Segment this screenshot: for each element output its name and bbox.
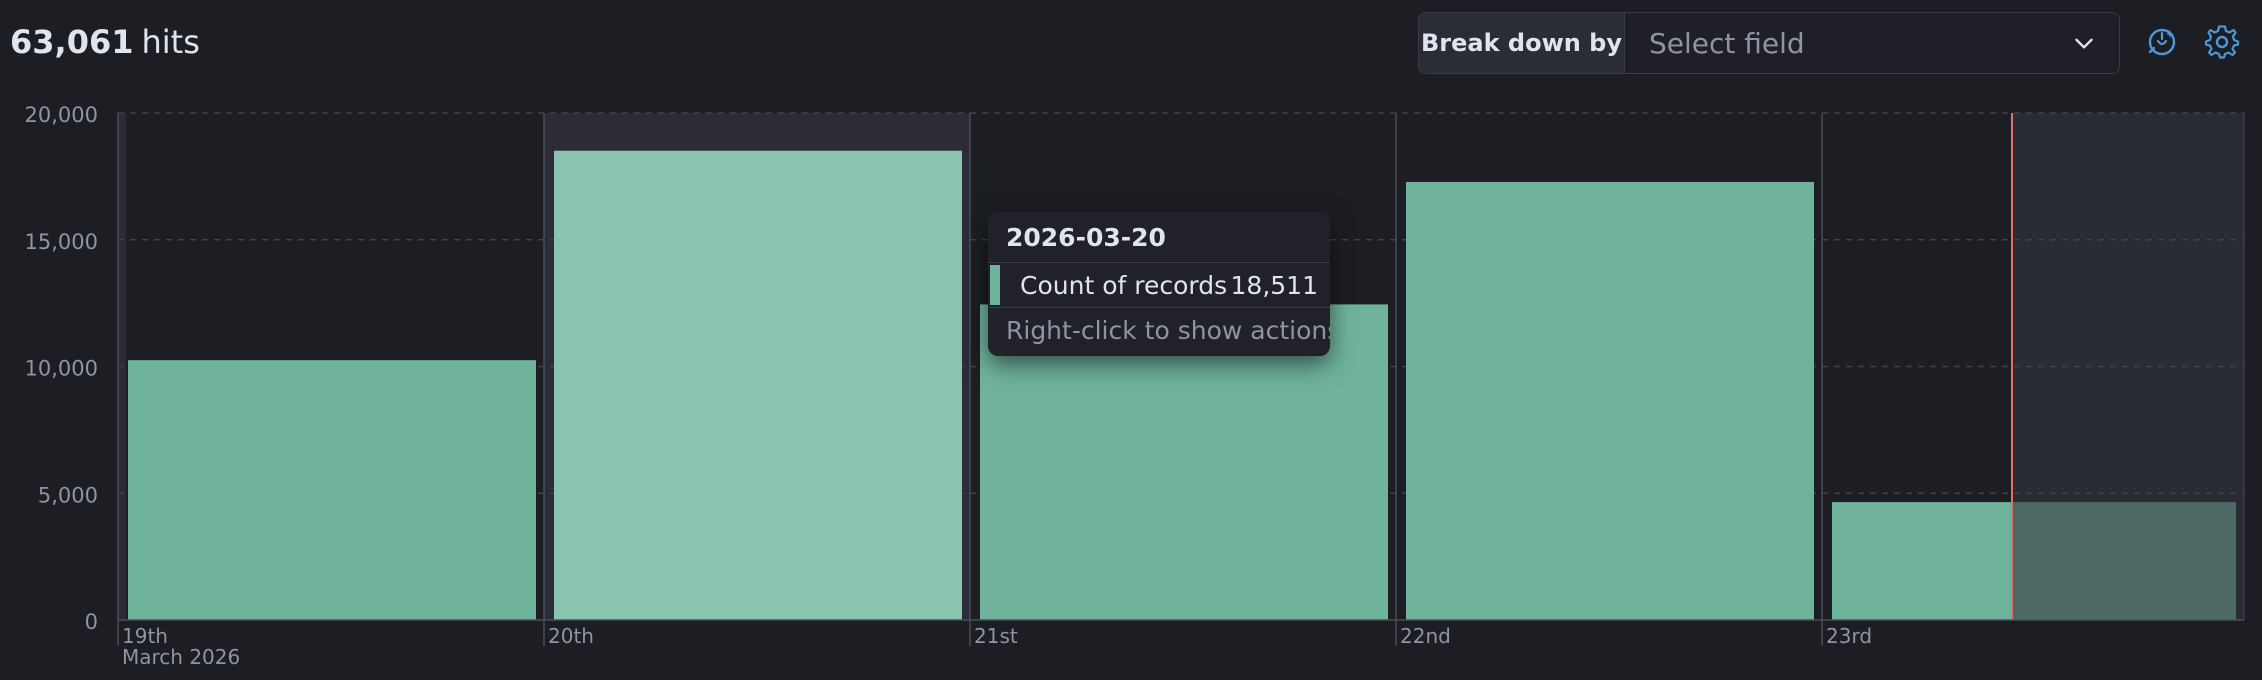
y-tick-label: 5,000 xyxy=(38,483,98,507)
tooltip-date: 2026-03-20 xyxy=(988,212,1330,263)
y-tick-label: 20,000 xyxy=(25,103,98,127)
x-tick-label: 20th xyxy=(548,624,594,648)
bar xyxy=(128,360,536,620)
bar xyxy=(1832,502,2012,620)
tooltip-series-row: Count of records 18,511 xyxy=(988,263,1330,308)
y-tick-label: 10,000 xyxy=(25,357,98,381)
y-tick-label: 0 xyxy=(85,610,98,634)
y-tick-label: 15,000 xyxy=(25,230,98,254)
x-tick-label: 23rd xyxy=(1826,624,1872,648)
histogram-panel: 63,061 hits Break down by Select field 05… xyxy=(0,0,2262,680)
x-tick-label: 21st xyxy=(974,624,1018,648)
chart-tooltip: 2026-03-20 Count of records 18,511 Right… xyxy=(988,212,1330,356)
tooltip-series-swatch xyxy=(990,265,1000,305)
bar xyxy=(1406,181,1814,620)
tooltip-series-name: Count of records xyxy=(1020,270,1228,300)
x-tick-sublabel: March 2026 xyxy=(122,645,240,669)
bar xyxy=(554,150,962,620)
tooltip-series-value: 18,511 xyxy=(1230,270,1318,300)
tooltip-hint: Right-click to show actions xyxy=(1006,316,1330,345)
x-tick-label: 22nd xyxy=(1400,624,1451,648)
bar-partial xyxy=(2012,502,2236,620)
